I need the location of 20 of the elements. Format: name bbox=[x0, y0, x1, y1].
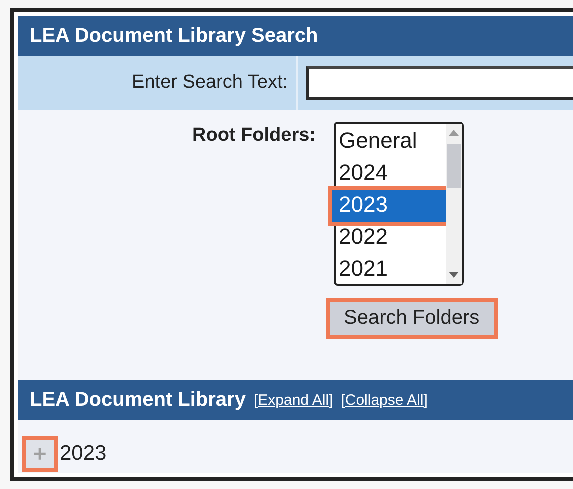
scroll-up-icon[interactable] bbox=[449, 130, 459, 136]
tree-item[interactable]: 2023 bbox=[60, 442, 107, 466]
plus-icon bbox=[33, 447, 47, 461]
folder-option[interactable]: 2022 bbox=[336, 222, 446, 254]
header-link[interactable]: [Collapse All] bbox=[341, 392, 428, 408]
search-field[interactable] bbox=[306, 66, 573, 100]
panel-title: LEA Document Library Search bbox=[30, 24, 318, 48]
panel-title: LEA Document Library bbox=[30, 388, 246, 412]
folder-option[interactable]: 2024 bbox=[336, 158, 446, 190]
search-folders-button[interactable]: Search Folders bbox=[330, 302, 494, 335]
search-label: Enter Search Text: bbox=[132, 72, 288, 94]
header-link[interactable]: [Expand All] bbox=[254, 392, 334, 408]
expand-toggle[interactable] bbox=[26, 440, 54, 468]
folder-option[interactable]: 2021 bbox=[336, 254, 446, 286]
scrollbar-thumb[interactable] bbox=[447, 144, 461, 188]
folder-option[interactable]: General bbox=[336, 126, 446, 158]
root-folders-label: Root Folders: bbox=[192, 125, 316, 148]
scrollbar[interactable] bbox=[446, 124, 462, 284]
folder-option[interactable]: 2023 bbox=[332, 190, 446, 222]
scroll-down-icon[interactable] bbox=[449, 272, 459, 278]
